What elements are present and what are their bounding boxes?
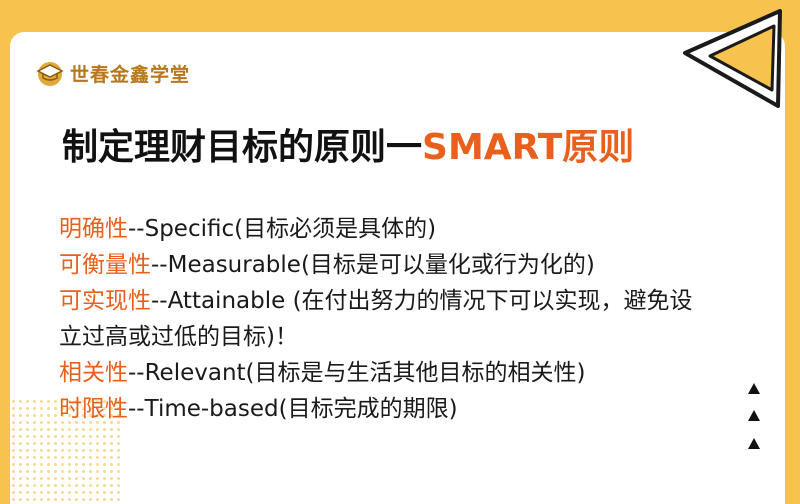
principle-term: 可衡量性 [59, 252, 151, 278]
principle-term: 相关性 [59, 360, 128, 386]
principle-description: --Time-based(目标完成的期限) [128, 396, 458, 422]
principle-description: 立过高或过低的目标)！ [59, 324, 298, 350]
principle-attainable: 可实现性--Attainable (在付出努力的情况下可以实现，避免设 [59, 283, 759, 319]
principles-list: 明确性--Specific(目标必须是具体的) 可衡量性--Measurable… [59, 211, 759, 427]
graduation-cap-icon [36, 62, 64, 86]
principle-term: 时限性 [59, 396, 128, 422]
principle-specific: 明确性--Specific(目标必须是具体的) [59, 211, 759, 247]
brand-logo: 世春金鑫学堂 [36, 58, 190, 88]
principle-time-based: 时限性--Time-based(目标完成的期限) [59, 391, 759, 427]
title-main: 制定理财目标的原则一 [62, 127, 423, 168]
brand-name: 世春金鑫学堂 [70, 63, 191, 86]
title-accent: SMART原则 [422, 127, 635, 168]
principle-term: 明确性 [59, 216, 128, 242]
triangle-up-icon [748, 410, 760, 421]
principle-description: --Attainable (在付出努力的情况下可以实现，避免设 [151, 288, 693, 314]
principle-relevant: 相关性--Relevant(目标是与生活其他目标的相关性) [59, 355, 759, 391]
principle-measurable: 可衡量性--Measurable(目标是可以量化或行为化的) [59, 247, 759, 283]
principle-description: --Specific(目标必须是具体的) [128, 216, 437, 242]
principle-attainable-continued: 立过高或过低的目标)！ [59, 319, 759, 355]
principle-description: --Measurable(目标是可以量化或行为化的) [151, 252, 595, 278]
principle-description: --Relevant(目标是与生活其他目标的相关性) [128, 360, 586, 386]
page-title: 制定理财目标的原则一SMART原则 [62, 118, 634, 170]
paper-plane-decoration [683, 9, 782, 108]
triangle-up-icon [748, 383, 760, 394]
triangle-up-icon [748, 438, 760, 449]
principle-term: 可实现性 [59, 288, 151, 314]
